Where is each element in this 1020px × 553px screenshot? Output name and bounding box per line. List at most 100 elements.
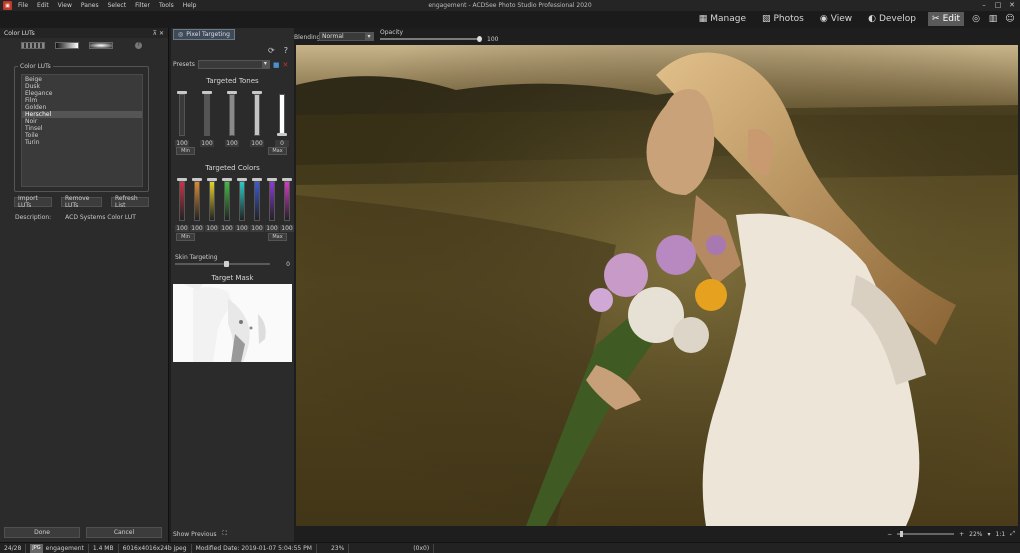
slider-track[interactable] xyxy=(194,181,200,221)
reset-icon[interactable]: ⟳ xyxy=(268,46,275,55)
tones-min-button[interactable]: Min xyxy=(176,147,195,155)
fit-icon[interactable]: ⤢ xyxy=(1010,530,1015,538)
lut-radial-tool[interactable] xyxy=(89,41,113,49)
list-item[interactable]: Noir xyxy=(22,118,142,125)
pixel-targeting-button[interactable]: ◎ Pixel Targeting xyxy=(173,29,235,40)
menu-view[interactable]: View xyxy=(58,2,72,9)
menu-tools[interactable]: Tools xyxy=(159,2,174,9)
slider-track[interactable] xyxy=(209,181,215,221)
menu-file[interactable]: File xyxy=(18,2,28,9)
done-button[interactable]: Done xyxy=(4,527,80,538)
pixel-targeting-panel: ◎ Pixel Targeting ⟳ ? Presets ■ ✕ Target… xyxy=(171,28,294,543)
365-icon[interactable]: ◎ xyxy=(970,13,982,25)
import-luts-button[interactable]: Import LUTs xyxy=(14,195,52,209)
emoji-icon[interactable]: ☺ xyxy=(1004,13,1016,25)
file-name: engagement xyxy=(45,544,84,552)
luts-list[interactable]: Beige Dusk Elegance Film Golden Herschel… xyxy=(21,74,143,187)
zoom-ratio[interactable]: 1:1 xyxy=(996,531,1006,538)
image-canvas[interactable] xyxy=(296,45,1018,526)
slider-thumb[interactable] xyxy=(207,178,217,181)
help-icon[interactable]: ? xyxy=(284,46,288,55)
slider-value: 100 xyxy=(250,225,264,232)
menu-filter[interactable]: Filter xyxy=(135,2,150,9)
refresh-list-button[interactable]: Refresh List xyxy=(111,195,149,209)
presets-dropdown[interactable] xyxy=(197,60,270,69)
description: Description: ACD Systems Color LUT xyxy=(15,214,136,221)
cancel-button[interactable]: Cancel xyxy=(86,527,162,538)
mode-photos[interactable]: ▧ Photos xyxy=(758,12,808,26)
list-item-selected[interactable]: Herschel xyxy=(22,111,142,118)
zoom-dropdown-icon[interactable]: ▾ xyxy=(988,531,991,538)
slider-thumb[interactable] xyxy=(192,178,202,181)
expand-icon[interactable]: ⛶ xyxy=(222,530,226,538)
delete-preset-icon[interactable]: ✕ xyxy=(282,61,288,69)
zoom-slider-thumb[interactable] xyxy=(900,531,904,537)
lut-strip-tool-1[interactable] xyxy=(21,41,45,49)
slider-track[interactable] xyxy=(229,94,235,136)
menu-help[interactable]: Help xyxy=(183,2,197,9)
zoom-value[interactable]: 22% xyxy=(969,531,982,538)
list-item[interactable]: Dusk xyxy=(22,83,142,90)
remove-luts-button[interactable]: Remove LUTs xyxy=(61,195,102,209)
slider-track[interactable] xyxy=(284,181,290,221)
list-item[interactable]: Golden xyxy=(22,104,142,111)
opacity-slider[interactable] xyxy=(380,36,482,42)
slider-thumb[interactable] xyxy=(177,91,187,94)
zoom-in-icon[interactable]: + xyxy=(959,531,964,538)
mode-edit[interactable]: ✂ Edit xyxy=(928,12,964,26)
mode-label: Photos xyxy=(773,14,804,24)
slider-thumb[interactable] xyxy=(267,178,277,181)
slider-value: 0 xyxy=(275,140,289,147)
slider-track[interactable] xyxy=(204,94,210,136)
list-item[interactable]: Toile xyxy=(22,132,142,139)
skin-targeting-slider[interactable] xyxy=(175,261,270,267)
slider-thumb[interactable] xyxy=(282,178,292,181)
mode-view[interactable]: ◉ View xyxy=(816,12,856,26)
minimize-icon[interactable]: – xyxy=(980,1,988,9)
mode-manage[interactable]: ▦ Manage xyxy=(695,12,750,26)
slider-thumb[interactable] xyxy=(252,178,262,181)
close-icon[interactable]: ✕ xyxy=(1008,1,1016,9)
help-icon[interactable]: ? xyxy=(135,41,142,49)
list-item[interactable]: Elegance xyxy=(22,90,142,97)
maximize-icon[interactable]: □ xyxy=(994,1,1002,9)
slider-thumb[interactable] xyxy=(222,178,232,181)
tones-max-button[interactable]: Max xyxy=(268,147,287,155)
menu-panes[interactable]: Panes xyxy=(81,2,99,9)
slider-track[interactable] xyxy=(179,181,185,221)
slider-track[interactable] xyxy=(254,181,260,221)
slider-track[interactable] xyxy=(279,94,285,136)
colors-min-button[interactable]: Min xyxy=(176,233,195,241)
opacity-slider-thumb[interactable] xyxy=(477,36,482,42)
mode-develop[interactable]: ◐ Develop xyxy=(864,12,920,26)
zoom-slider[interactable] xyxy=(897,531,955,537)
slider-thumb[interactable] xyxy=(227,91,237,94)
slider-thumb[interactable] xyxy=(177,178,187,181)
slider-track[interactable] xyxy=(179,94,185,136)
slider-track[interactable] xyxy=(239,181,245,221)
slider-thumb[interactable] xyxy=(252,91,262,94)
slider-track[interactable] xyxy=(269,181,275,221)
save-preset-icon[interactable]: ■ xyxy=(273,61,280,69)
show-previous-row: Show Previous ⛶ xyxy=(173,530,227,538)
list-item[interactable]: Tinsel xyxy=(22,125,142,132)
blending-dropdown[interactable]: Normal xyxy=(319,32,374,41)
zoom-out-icon[interactable]: − xyxy=(887,531,892,538)
list-item[interactable]: Film xyxy=(22,97,142,104)
show-previous-button[interactable]: Show Previous xyxy=(173,531,216,538)
menu-edit[interactable]: Edit xyxy=(37,2,49,9)
list-item[interactable]: Beige xyxy=(22,76,142,83)
slider-track[interactable] xyxy=(254,94,260,136)
lut-gradient-tool[interactable] xyxy=(55,41,79,49)
histogram-icon[interactable]: ▥ xyxy=(987,13,999,25)
skin-slider-thumb[interactable] xyxy=(224,261,229,267)
slider-thumb[interactable] xyxy=(237,178,247,181)
slider-thumb[interactable] xyxy=(202,91,212,94)
slider-thumb[interactable] xyxy=(277,133,287,136)
photo-woman-with-flowers xyxy=(296,45,1018,526)
colors-max-button[interactable]: Max xyxy=(268,233,287,241)
pin-icon[interactable]: ⊼ ✕ xyxy=(153,30,164,37)
list-item[interactable]: Turin xyxy=(22,139,142,146)
slider-track[interactable] xyxy=(224,181,230,221)
menu-select[interactable]: Select xyxy=(108,2,127,9)
